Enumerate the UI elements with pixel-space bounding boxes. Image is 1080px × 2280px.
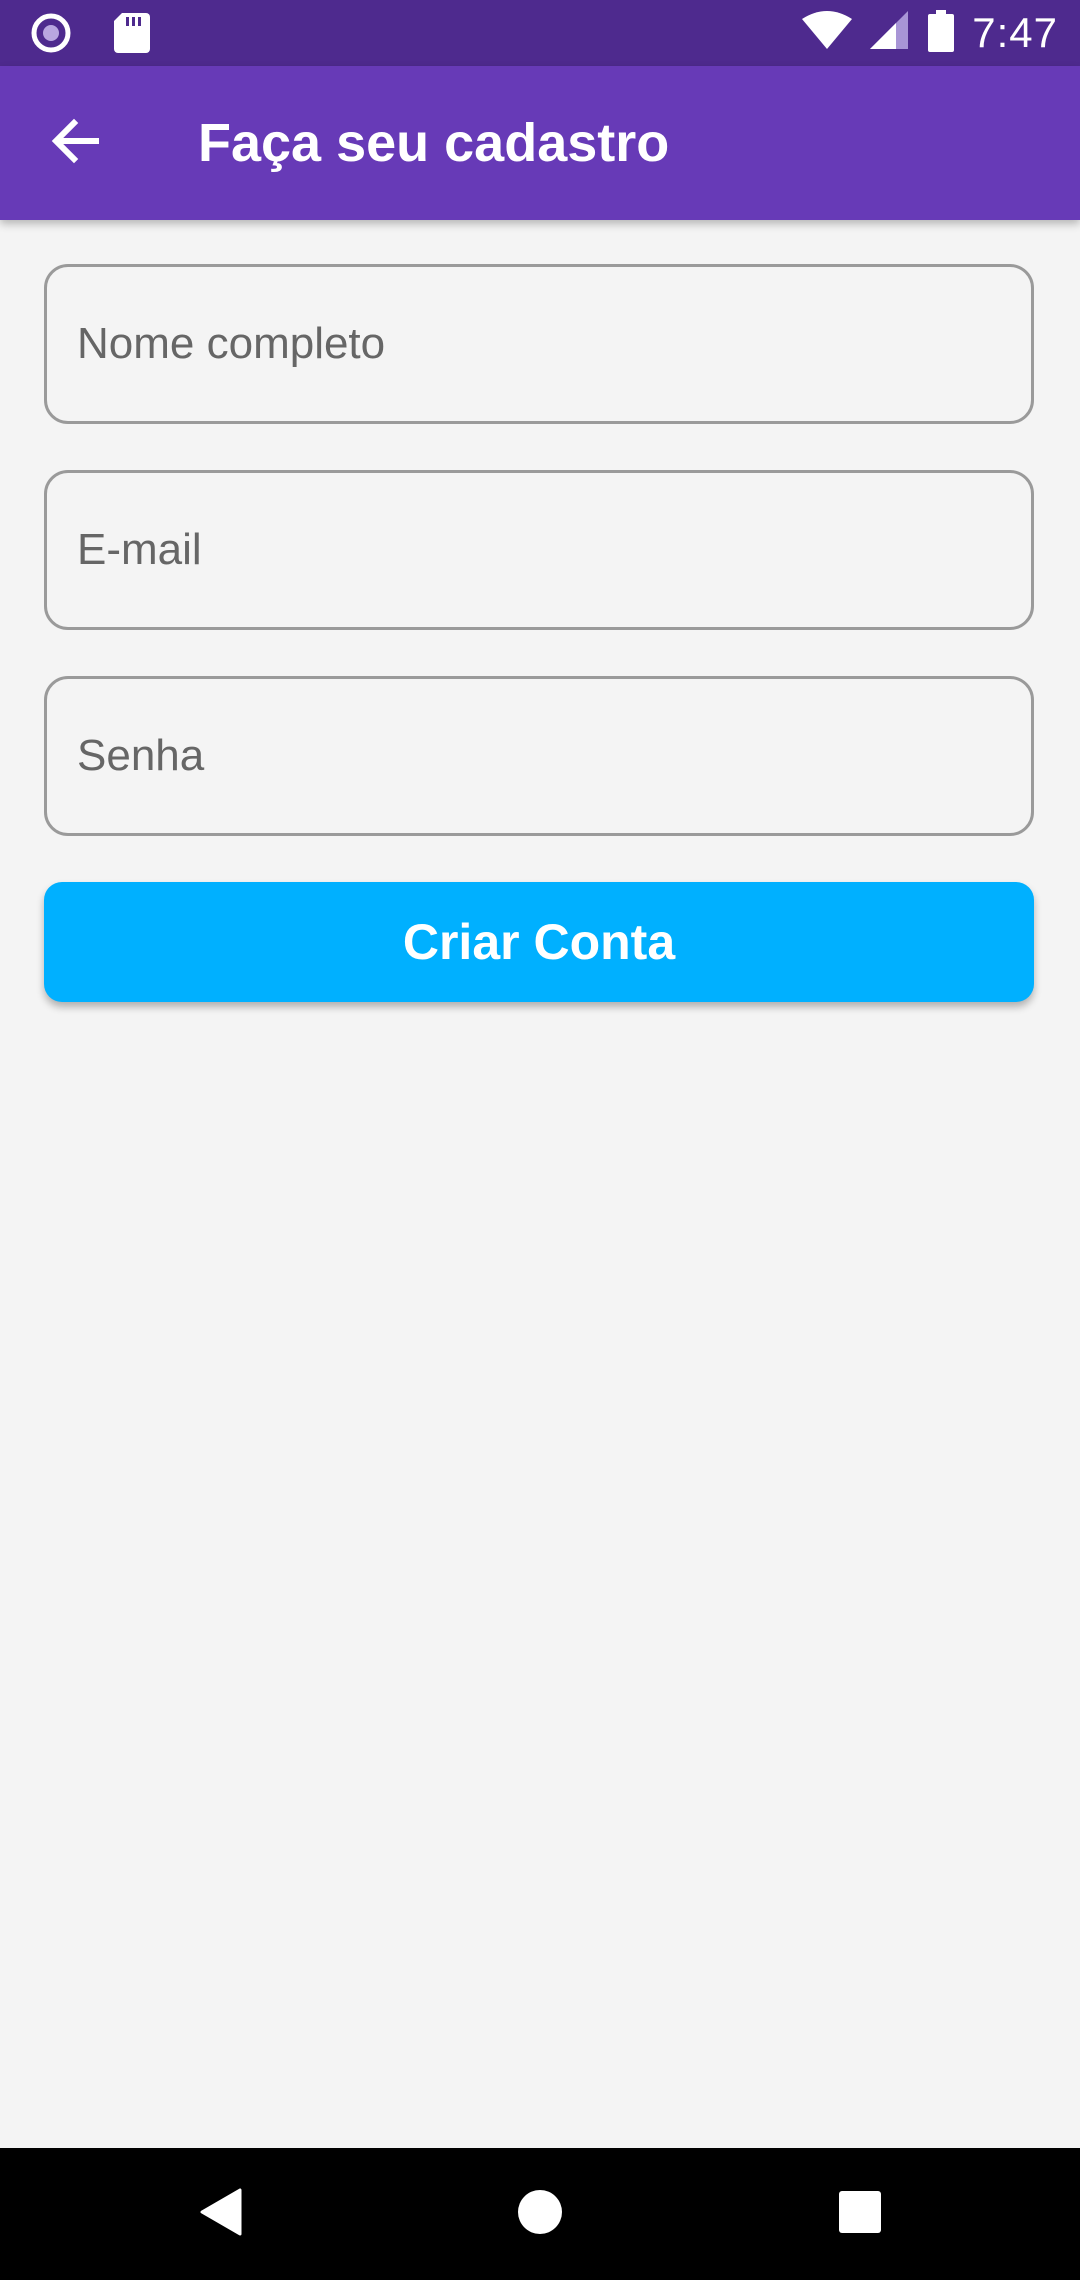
recents-square-icon	[839, 2190, 881, 2238]
full-name-field[interactable]	[44, 264, 1034, 424]
wifi-icon	[802, 10, 853, 56]
battery-icon	[928, 9, 955, 57]
status-left-icons	[30, 12, 150, 59]
back-button[interactable]	[40, 108, 110, 178]
arrow-back-icon	[50, 118, 100, 169]
app-bar: Faça seu cadastro	[0, 66, 1080, 220]
nav-home-button[interactable]	[500, 2174, 580, 2254]
nav-recents-button[interactable]	[820, 2174, 900, 2254]
radio-icon	[30, 12, 72, 59]
nav-back-button[interactable]	[180, 2174, 260, 2254]
status-right-icons: 7:47	[802, 6, 1058, 60]
back-triangle-icon	[198, 2188, 242, 2241]
password-field[interactable]	[44, 676, 1034, 836]
status-time: 7:47	[972, 9, 1058, 56]
email-field[interactable]	[44, 470, 1034, 630]
password-input[interactable]	[77, 679, 997, 833]
full-name-input[interactable]	[77, 267, 997, 421]
system-nav-bar	[0, 2148, 1080, 2280]
home-circle-icon	[517, 2189, 563, 2240]
create-account-button[interactable]: Criar Conta	[44, 882, 1034, 1002]
email-input[interactable]	[77, 473, 997, 627]
cell-signal-icon	[870, 10, 910, 56]
status-bar: 7:47	[0, 0, 1080, 66]
sd-card-icon	[114, 13, 150, 58]
page-title: Faça seu cadastro	[198, 113, 670, 173]
signup-screen: 7:47 Faça seu cadastro Criar Conta	[0, 0, 1080, 2280]
